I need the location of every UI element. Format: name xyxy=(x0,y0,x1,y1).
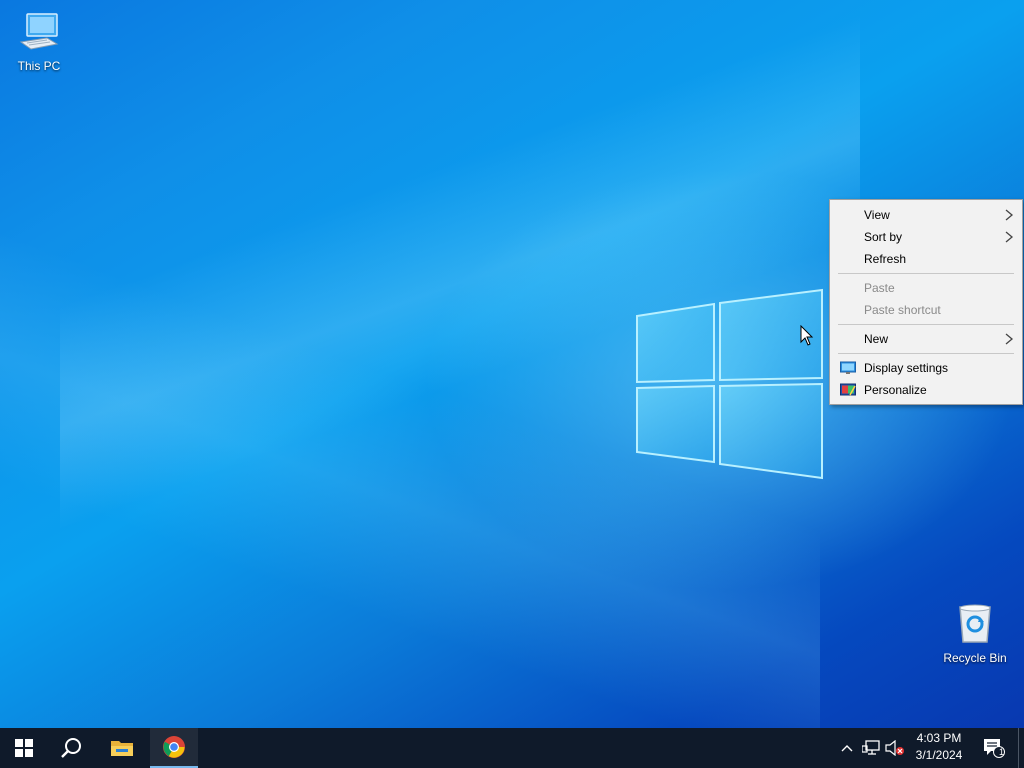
tray-overflow-button[interactable] xyxy=(836,728,858,768)
taskbar-clock[interactable]: 4:03 PM 3/1/2024 xyxy=(906,730,972,766)
mouse-cursor-icon xyxy=(800,325,814,346)
network-icon xyxy=(862,740,880,755)
taskbar: 4:03 PM 3/1/2024 1 xyxy=(0,728,1024,768)
menu-item-paste-shortcut[interactable]: Paste shortcut xyxy=(830,299,1022,321)
menu-item-label: Sort by xyxy=(864,230,903,244)
windows-start-icon xyxy=(15,739,33,757)
chevron-right-icon xyxy=(1005,333,1014,345)
desktop-icon-this-pc[interactable]: This PC xyxy=(2,10,76,73)
menu-item-label: Refresh xyxy=(864,252,907,266)
search-button[interactable] xyxy=(48,728,96,768)
chrome-icon xyxy=(163,736,185,758)
menu-separator xyxy=(838,353,1014,354)
menu-item-sort-by[interactable]: Sort by xyxy=(830,226,1022,248)
chevron-up-icon xyxy=(841,745,853,752)
this-pc-icon xyxy=(19,13,59,50)
clock-date: 3/1/2024 xyxy=(915,748,963,762)
desktop-icon-label: Recycle Bin xyxy=(943,651,1007,665)
menu-item-refresh[interactable]: Refresh xyxy=(830,248,1022,270)
menu-item-label: Personalize xyxy=(864,383,927,397)
taskbar-file-explorer[interactable] xyxy=(98,728,146,768)
clock-time: 4:03 PM xyxy=(916,731,962,745)
desktop-icon-label: This PC xyxy=(17,59,61,73)
menu-separator xyxy=(838,324,1014,325)
desktop-context-menu: View Sort by Refresh Paste Paste shortcu… xyxy=(829,199,1023,405)
action-center-button[interactable]: 1 xyxy=(978,728,1010,768)
menu-item-new[interactable]: New xyxy=(830,328,1022,350)
search-icon xyxy=(61,738,81,758)
tray-volume-button[interactable] xyxy=(884,728,906,768)
menu-item-paste[interactable]: Paste xyxy=(830,277,1022,299)
notification-count-badge: 1 xyxy=(998,747,1004,757)
menu-item-display-settings[interactable]: Display settings xyxy=(830,357,1022,379)
taskbar-chrome[interactable] xyxy=(150,728,198,768)
menu-item-label: New xyxy=(864,332,889,346)
personalize-icon xyxy=(840,383,856,396)
show-desktop-button[interactable] xyxy=(1018,728,1024,768)
menu-separator xyxy=(838,273,1014,274)
menu-item-label: Paste xyxy=(864,281,895,295)
volume-muted-icon xyxy=(885,740,904,756)
menu-item-label: View xyxy=(864,208,890,222)
tray-network-button[interactable] xyxy=(860,728,882,768)
display-settings-icon xyxy=(840,361,856,374)
chevron-right-icon xyxy=(1005,231,1014,243)
start-button[interactable] xyxy=(0,728,48,768)
chevron-right-icon xyxy=(1005,209,1014,221)
menu-item-label: Display settings xyxy=(864,361,949,375)
desktop-icon-recycle-bin[interactable]: Recycle Bin xyxy=(938,602,1012,665)
menu-item-view[interactable]: View xyxy=(830,204,1022,226)
windows-logo-wallpaper xyxy=(636,288,823,480)
menu-item-personalize[interactable]: Personalize xyxy=(830,379,1022,401)
file-explorer-icon xyxy=(111,741,133,756)
menu-item-label: Paste shortcut xyxy=(864,303,941,317)
recycle-bin-icon xyxy=(959,604,991,643)
